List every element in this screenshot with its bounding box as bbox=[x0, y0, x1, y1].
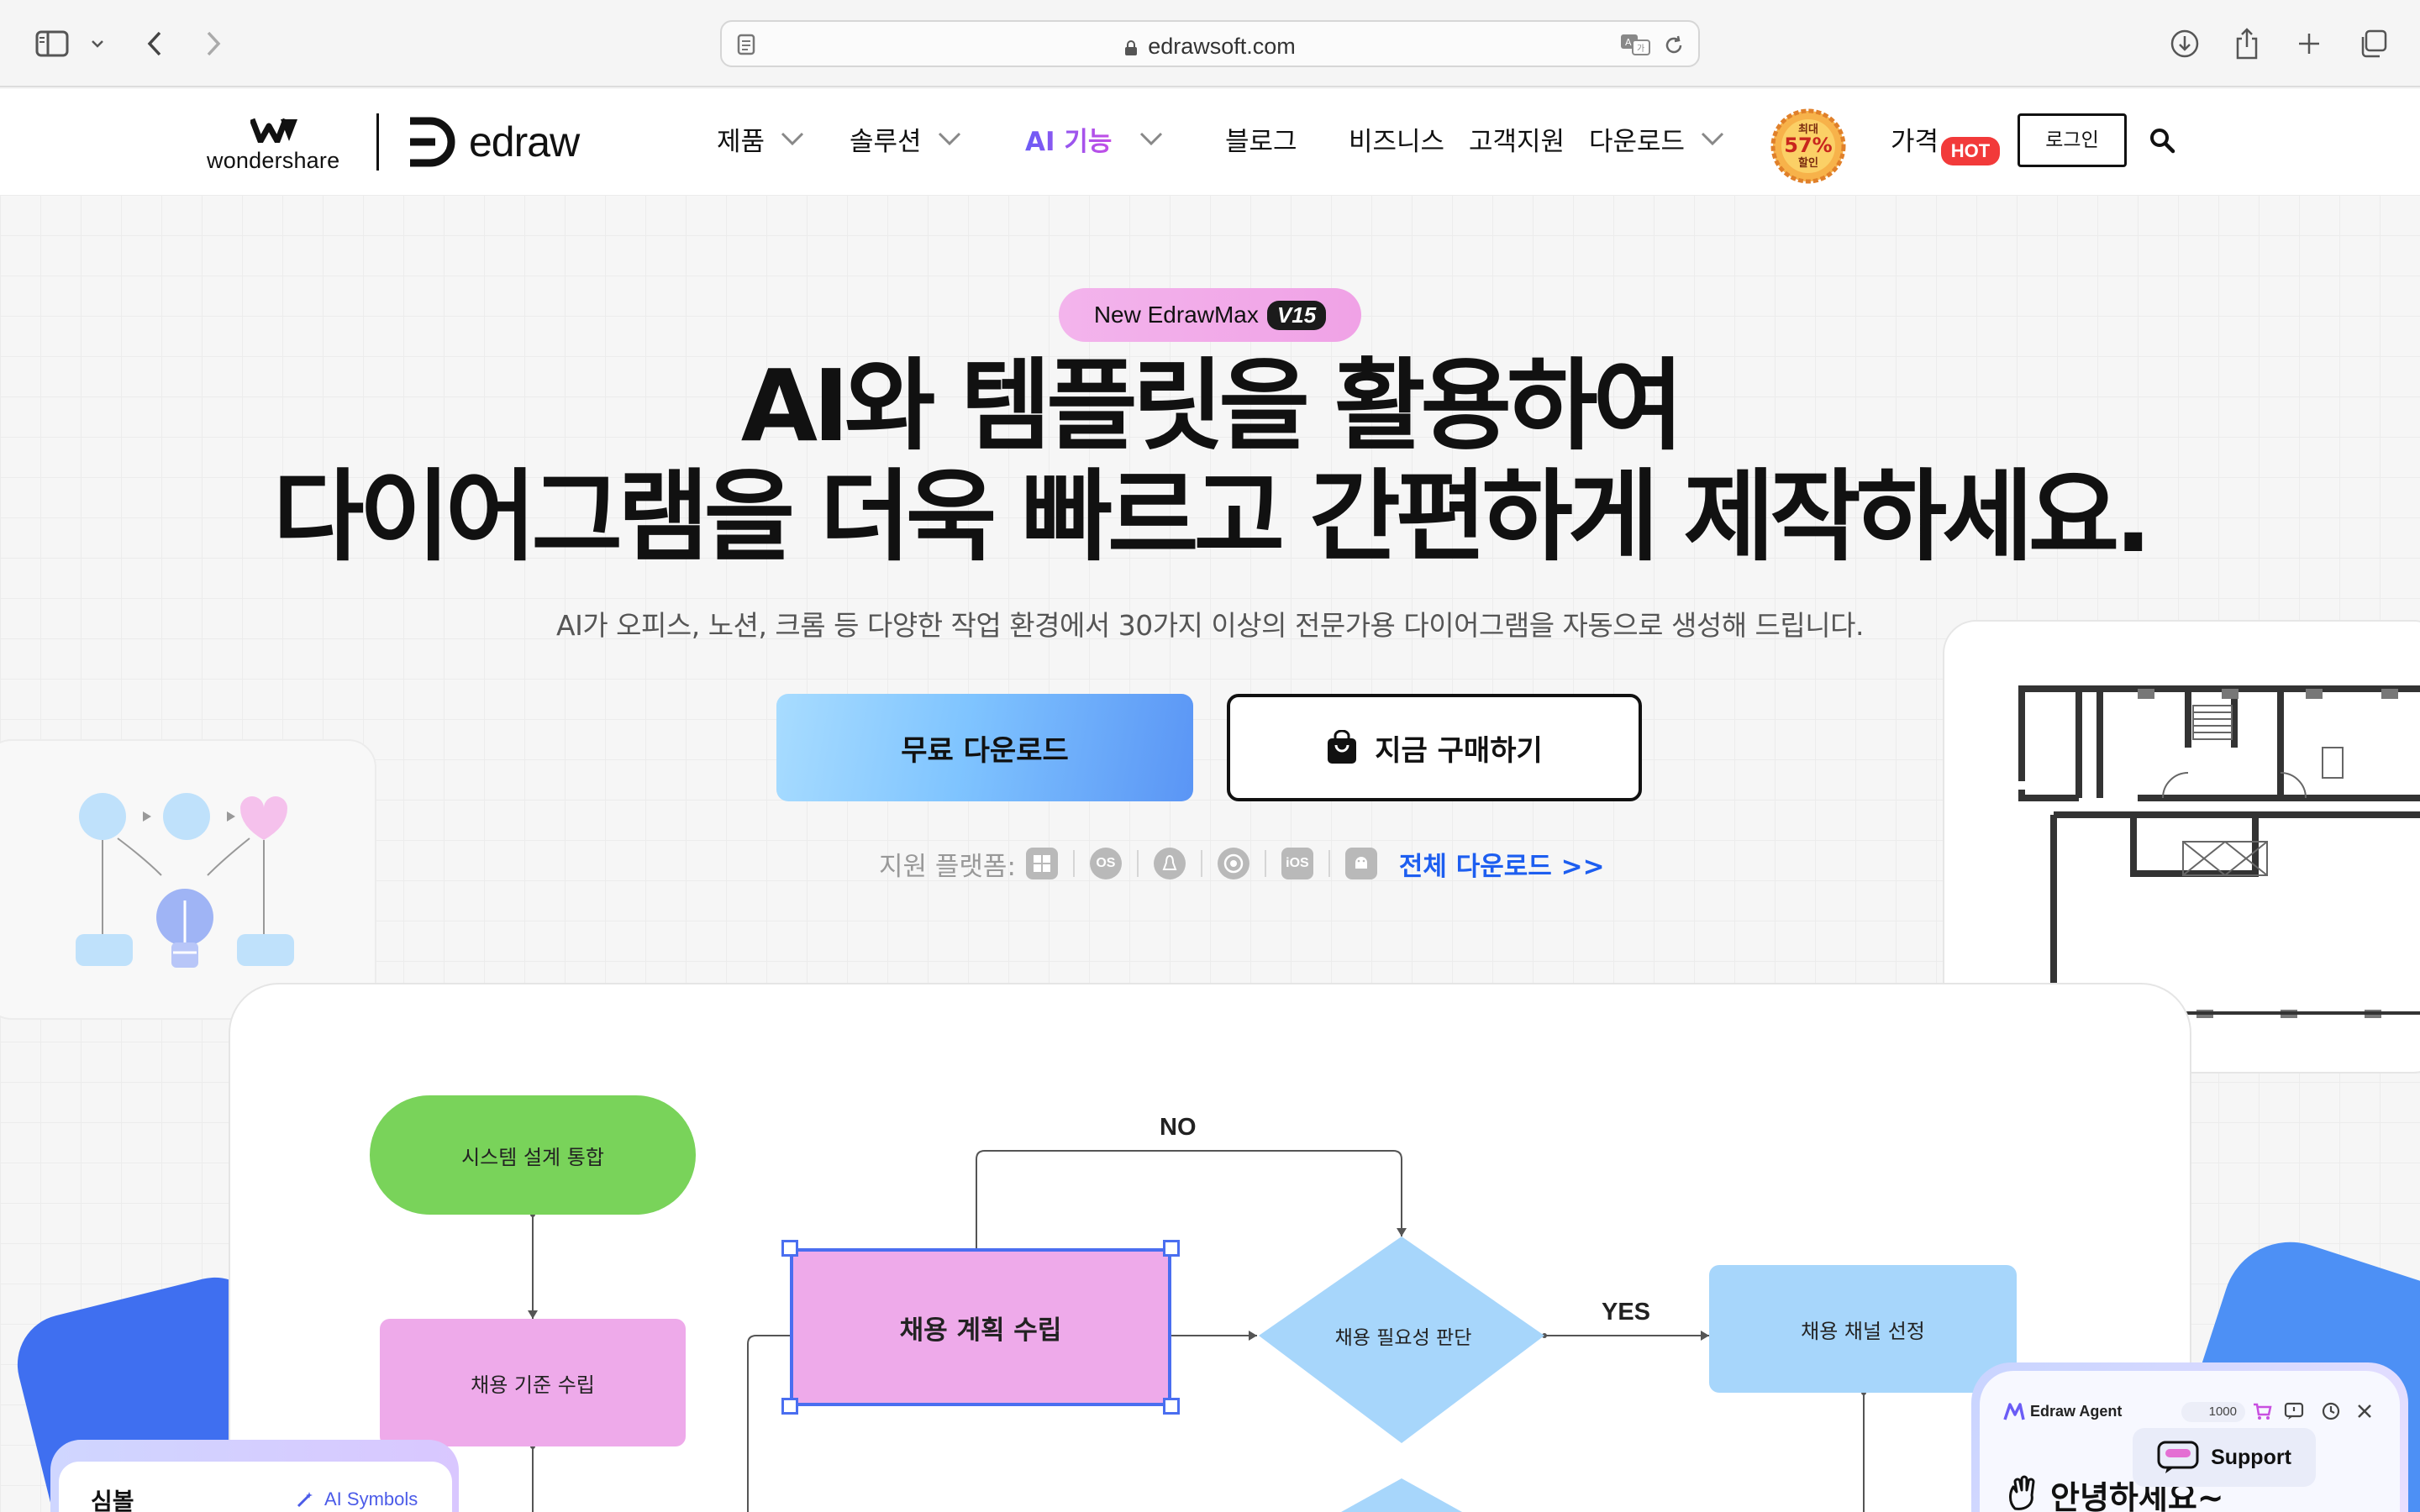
agent-credits: 1000 bbox=[2181, 1402, 2245, 1422]
resize-handle[interactable] bbox=[1163, 1398, 1180, 1415]
decision-diamond-lower bbox=[1341, 1478, 1462, 1512]
resize-handle[interactable] bbox=[1163, 1240, 1180, 1257]
flowchart-connectors bbox=[528, 1150, 1866, 1512]
symbols-title: 심볼 bbox=[91, 1488, 134, 1512]
history-icon[interactable] bbox=[2321, 1401, 2341, 1421]
resize-handle[interactable] bbox=[781, 1398, 798, 1415]
node-hiring-channel[interactable]: 채용 채널 선정 bbox=[1709, 1265, 2017, 1393]
resize-handle[interactable] bbox=[781, 1240, 798, 1257]
agent-title: Edraw Agent bbox=[2030, 1403, 2123, 1420]
close-icon[interactable] bbox=[2354, 1401, 2375, 1421]
waving-hand-icon bbox=[2009, 1475, 2035, 1510]
node-hiring-need-decision: 채용 필요성 판단 bbox=[1334, 1327, 1472, 1349]
no-label: NO bbox=[1160, 1114, 1197, 1141]
support-chat-icon bbox=[2157, 1441, 2199, 1473]
node-hiring-criteria[interactable]: 채용 기준 수립 bbox=[380, 1319, 686, 1446]
node-hiring-plan[interactable]: 채용 계획 수립 bbox=[790, 1248, 1171, 1406]
node-system-integration[interactable]: 시스템 설계 통합 bbox=[370, 1095, 696, 1215]
ai-symbols-link[interactable]: AI Symbols bbox=[324, 1488, 418, 1510]
feedback-icon[interactable] bbox=[2284, 1401, 2304, 1421]
agent-logo-icon bbox=[2003, 1403, 2025, 1420]
support-button[interactable]: Support bbox=[2133, 1428, 2316, 1487]
magic-wand-icon bbox=[297, 1492, 313, 1508]
yes-label: YES bbox=[1602, 1299, 1651, 1326]
support-label: Support bbox=[2211, 1445, 2291, 1469]
cart-icon[interactable] bbox=[2252, 1401, 2272, 1421]
